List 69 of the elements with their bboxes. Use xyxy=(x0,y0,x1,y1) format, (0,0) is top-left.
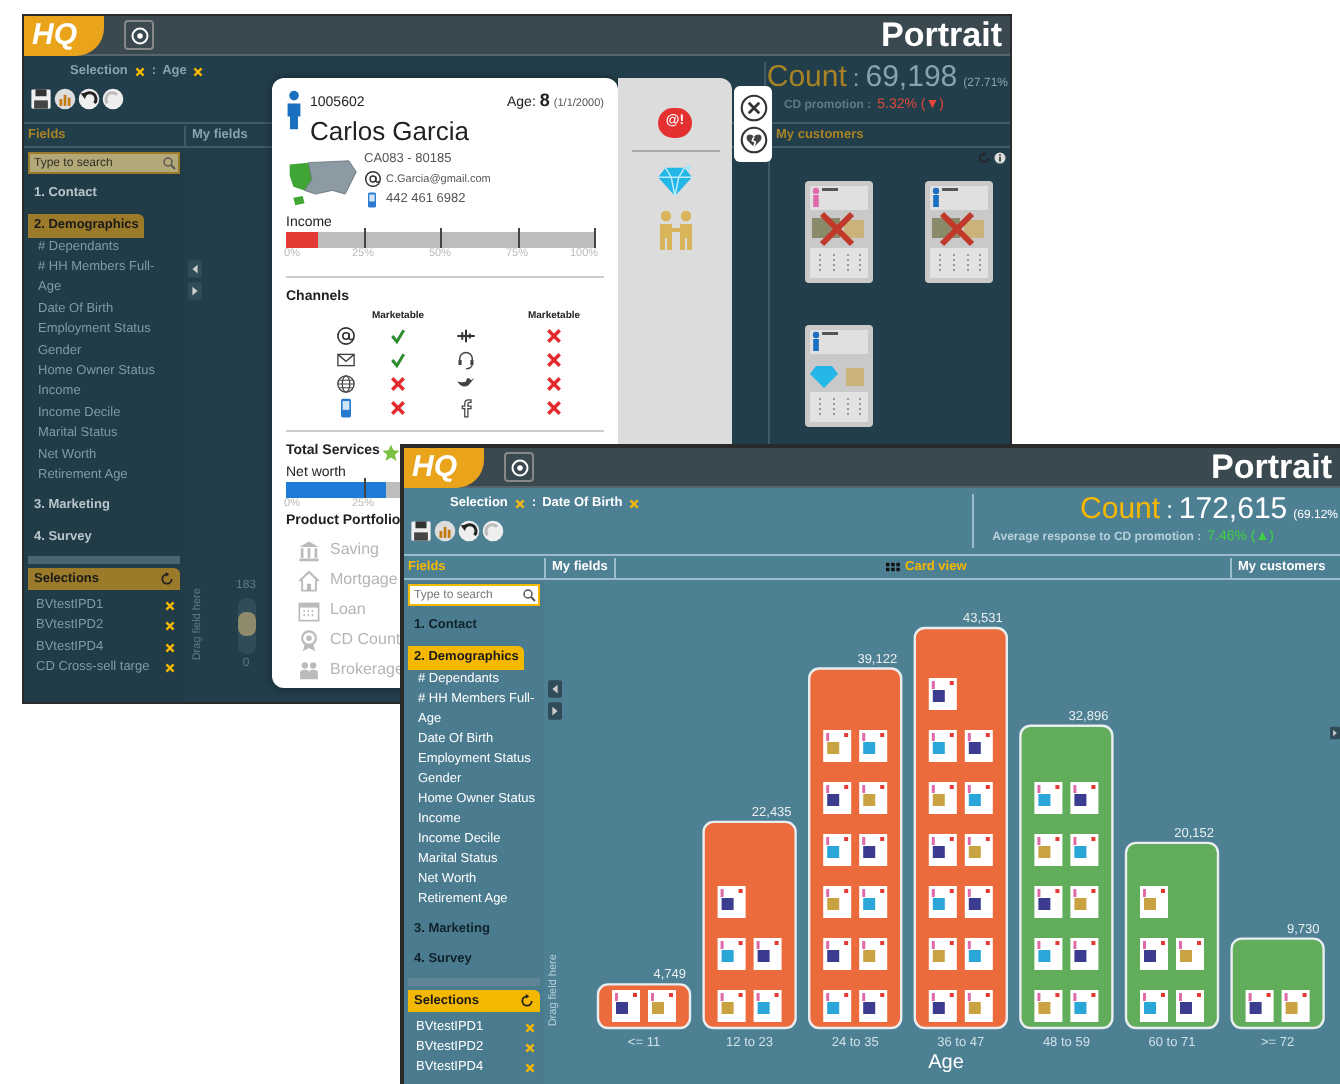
people-icon xyxy=(655,209,695,249)
mobile-phone-icon xyxy=(364,190,380,211)
emblem-icon xyxy=(509,457,529,477)
emblem-button[interactable] xyxy=(504,452,534,482)
remove-icon[interactable] xyxy=(164,620,176,633)
emblem-button[interactable] xyxy=(124,20,154,50)
customer-cards-drawing[interactable] xyxy=(1140,886,1204,1022)
info-icon[interactable] xyxy=(994,152,1006,164)
hq-logo: HQ xyxy=(24,15,104,55)
customer-card-drawing[interactable] xyxy=(804,324,874,428)
customer-cards-drawing[interactable] xyxy=(823,730,888,1022)
collapse-arrow-icon[interactable] xyxy=(188,260,202,278)
separator: : xyxy=(1166,494,1173,529)
search-icon xyxy=(522,588,536,602)
hq-logo: HQ xyxy=(404,447,484,487)
refresh-icon[interactable] xyxy=(520,994,534,1008)
product-item[interactable]: Mortgage xyxy=(330,568,398,593)
age-value: 8 xyxy=(539,88,550,114)
emblem-icon xyxy=(129,25,149,45)
product-item[interactable]: Saving xyxy=(330,538,379,563)
customer-cards-drawing[interactable] xyxy=(717,886,782,1022)
remove-icon[interactable] xyxy=(164,600,176,613)
customer-name: Carlos Garcia xyxy=(310,115,471,145)
axis-title: Age xyxy=(928,1052,964,1072)
undo-icon[interactable] xyxy=(78,87,100,110)
undo-icon[interactable] xyxy=(458,519,480,542)
count-label: Count xyxy=(1080,494,1161,527)
customer-cards-drawing[interactable] xyxy=(1034,782,1099,1022)
grid-icon xyxy=(885,562,900,572)
count-value: 69,198 xyxy=(865,62,958,95)
customer-card-drawing[interactable] xyxy=(804,180,874,284)
chart-icon[interactable] xyxy=(54,87,76,110)
globe-icon xyxy=(336,374,356,395)
redo-icon[interactable] xyxy=(102,87,124,110)
star-icon xyxy=(381,444,400,462)
product-item[interactable]: Brokerage xyxy=(330,658,404,683)
save-icon[interactable] xyxy=(30,87,52,110)
expand-arrow-icon[interactable] xyxy=(547,702,561,720)
brand-name: Portrait xyxy=(881,15,1002,55)
count-label: Count xyxy=(766,62,847,95)
expand-arrow-icon[interactable] xyxy=(188,282,202,300)
at-sign-icon xyxy=(336,326,356,347)
customer-cards-drawing[interactable] xyxy=(1245,990,1310,1022)
count-value: 172,615 xyxy=(1178,494,1288,527)
letter-f-icon xyxy=(456,398,476,419)
customer-cards-drawing[interactable] xyxy=(612,990,676,1022)
remove-icon[interactable] xyxy=(164,641,176,654)
expand-arrow-icon[interactable] xyxy=(1330,723,1340,741)
separator: : xyxy=(852,62,860,97)
mobile-phone-icon xyxy=(336,398,356,419)
person-icon xyxy=(286,88,302,132)
customer-cards-drawing[interactable] xyxy=(928,678,993,1022)
refresh-icon[interactable] xyxy=(160,571,174,586)
remove-icon[interactable] xyxy=(164,662,176,675)
customer-card-drawing[interactable] xyxy=(924,180,994,284)
us-map-drawing xyxy=(286,155,360,209)
brand-name: Portrait xyxy=(1211,447,1332,487)
at-sign-icon xyxy=(364,170,382,189)
remove-icon[interactable] xyxy=(192,65,205,78)
envelope-icon xyxy=(336,350,356,371)
product-item[interactable]: CD Count xyxy=(330,628,401,653)
search-icon xyxy=(162,156,176,170)
collapse-arrow-icon[interactable] xyxy=(547,680,561,698)
headset-icon xyxy=(456,350,476,371)
close-icon[interactable] xyxy=(739,94,767,122)
save-icon[interactable] xyxy=(410,519,432,542)
remove-icon[interactable] xyxy=(133,65,146,78)
diamond-icon xyxy=(656,163,694,197)
slider-thumb[interactable] xyxy=(237,612,255,637)
